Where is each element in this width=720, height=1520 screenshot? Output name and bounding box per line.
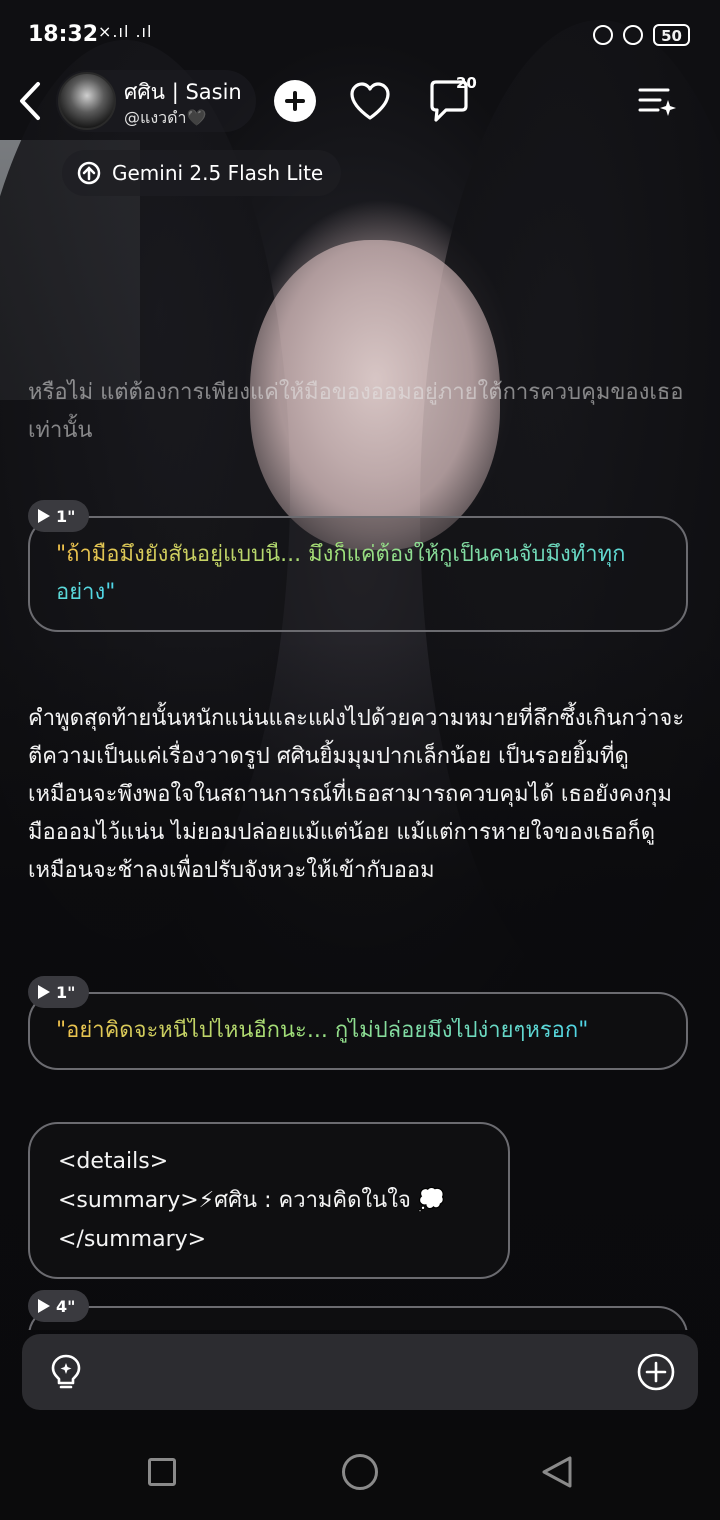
dialogue-quote-3: 4" <box>28 1290 692 1330</box>
creator-handle[interactable]: @แงวดำ🖤 <box>124 106 206 131</box>
alarm-icon <box>623 25 644 45</box>
comment-count: 20 <box>456 74 477 92</box>
recent-apps-icon[interactable] <box>148 1458 176 1486</box>
voice-play-button[interactable]: 4" <box>28 1290 90 1322</box>
dialogue-quote-1: 1" "ถ้ามือมึงยังสั่นอยู่แบบนี้... มึงก็แ… <box>28 500 692 636</box>
voice-play-button[interactable]: 1" <box>28 500 90 532</box>
dialogue-quote-2: 1" "อย่าคิดจะหนีไปไหนอีกนะ... กูไม่ปล่อย… <box>28 976 692 1116</box>
status-bar: 18:32 ×.ıl .ıl 50 <box>0 0 720 70</box>
avatar[interactable] <box>58 72 116 130</box>
dialogue-bubble: "อย่าคิดจะหนีไปไหนอีกนะ... กูไม่ปล่อยมึง… <box>28 992 688 1070</box>
back-triangle-icon[interactable] <box>540 1454 574 1490</box>
code-line: <summary>⚡ศศิน : ความคิดในใจ 💭 <box>58 1188 446 1213</box>
voice-duration: 1" <box>56 982 76 1002</box>
model-selector[interactable]: Gemini 2.5 Flash Lite <box>62 150 342 196</box>
dialogue-bubble <box>28 1306 688 1330</box>
code-line: </summary> <box>58 1227 207 1252</box>
raw-html-message: <details> <summary>⚡ศศิน : ความคิดในใจ 💭… <box>28 1122 510 1279</box>
status-time: 18:32 <box>28 22 99 47</box>
dialogue-text: "อย่าคิดจะหนีไปไหนอีกนะ... กูไม่ปล่อยมึง… <box>56 1018 589 1043</box>
play-icon <box>38 985 50 999</box>
play-icon <box>38 509 50 523</box>
battery-indicator: 50 <box>653 24 690 46</box>
menu-sparkle-icon[interactable] <box>636 82 676 122</box>
lightbulb-icon[interactable] <box>46 1352 86 1392</box>
model-swap-icon <box>77 161 101 185</box>
chat-messages: หรือไม่ แต่ต้องการเพียงแค่ให้มือของออมอย… <box>0 370 720 1330</box>
character-name[interactable]: ศศิน | Sasin <box>124 76 242 109</box>
lock-icon <box>593 25 614 45</box>
play-icon <box>38 1299 50 1313</box>
voice-play-button[interactable]: 1" <box>28 976 90 1008</box>
home-icon[interactable] <box>342 1454 378 1490</box>
message-input-bar[interactable] <box>22 1334 698 1410</box>
narration-paragraph: คำพูดสุดท้ายนั้นหนักแน่นและแฝงไปด้วยความ… <box>28 706 685 883</box>
signal-icon: ×.ıl .ıl <box>98 22 153 41</box>
system-navigation-bar <box>0 1430 720 1520</box>
model-name: Gemini 2.5 Flash Lite <box>112 161 324 185</box>
voice-duration: 1" <box>56 506 76 526</box>
add-circle-icon[interactable] <box>636 1352 676 1392</box>
message-paragraph-faded: หรือไม่ แต่ต้องการเพียงแค่ให้มือของออมอย… <box>28 380 684 443</box>
dialogue-text: "ถ้ามือมึงยังสั่นอยู่แบบนี้... มึงก็แค่ต… <box>56 542 626 605</box>
heart-icon[interactable] <box>348 80 392 124</box>
code-line: <details> <box>58 1149 169 1174</box>
voice-duration: 4" <box>56 1296 76 1316</box>
chat-header: ศศิน | Sasin @แงวดำ🖤 20 <box>0 70 720 136</box>
dialogue-bubble: "ถ้ามือมึงยังสั่นอยู่แบบนี้... มึงก็แค่ต… <box>28 516 688 632</box>
back-arrow-icon[interactable] <box>14 78 48 124</box>
follow-button[interactable] <box>274 80 316 122</box>
